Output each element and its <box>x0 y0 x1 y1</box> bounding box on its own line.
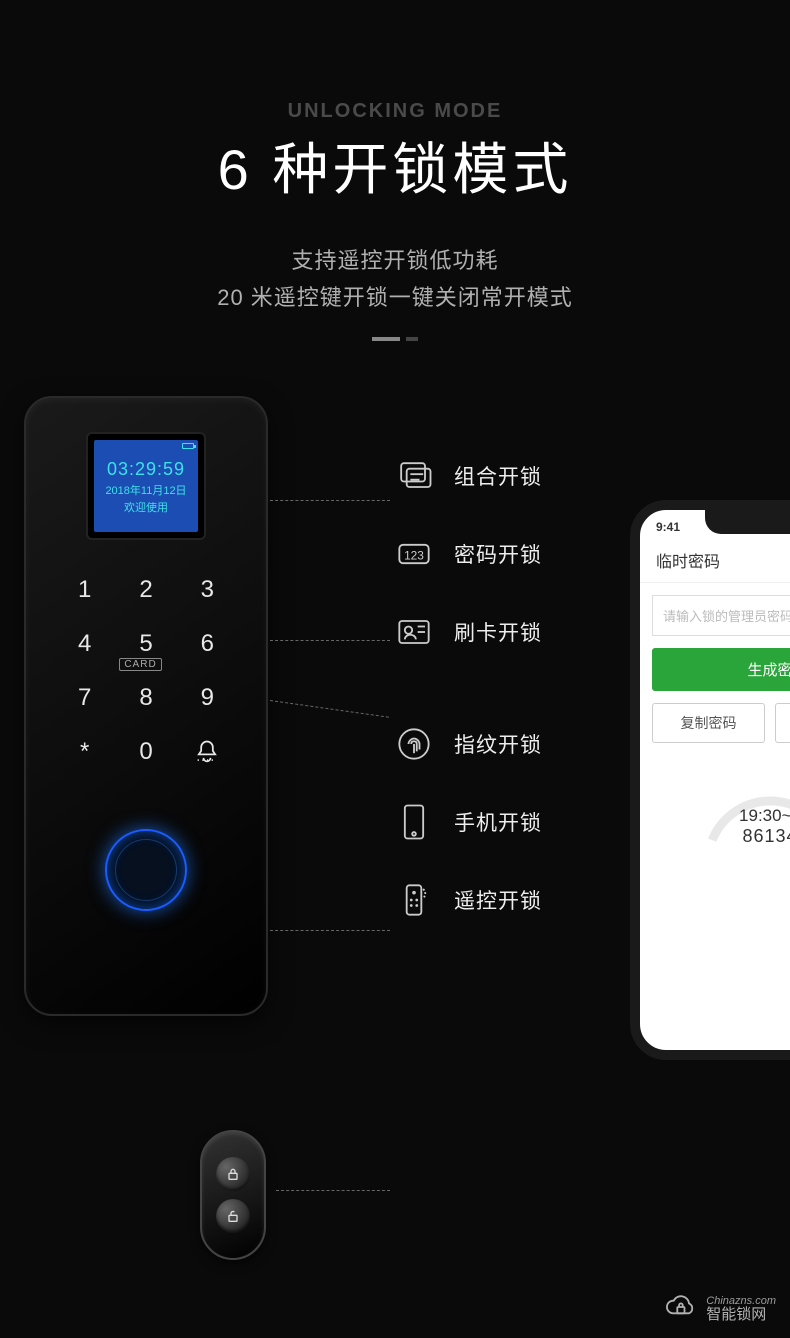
feature-password: 123 密码开锁 <box>390 530 590 578</box>
connector-line <box>270 700 389 718</box>
feature-fingerprint: 指纹开锁 <box>390 720 590 768</box>
key-3[interactable]: 3 <box>187 576 228 604</box>
phone-notch <box>705 510 790 534</box>
password-icon: 123 <box>390 530 438 578</box>
feature-label: 指纹开锁 <box>454 729 542 759</box>
feature-label: 手机开锁 <box>454 807 542 837</box>
subtitle-english: UNLOCKING MODE <box>0 100 790 123</box>
key-star[interactable]: * <box>64 738 105 773</box>
connector-line <box>270 930 390 931</box>
key-bell[interactable] <box>187 738 228 773</box>
fingerprint-sensor[interactable] <box>105 829 187 911</box>
connector-line <box>276 1190 390 1191</box>
desc-line-1: 支持遥控开锁低功耗 <box>0 242 790 279</box>
secondary-button[interactable] <box>775 703 790 743</box>
key-6[interactable]: 6 <box>187 630 228 658</box>
lock-date: 2018年11月12日 <box>94 483 198 500</box>
key-9[interactable]: 9 <box>187 684 228 712</box>
main-title: 6 种开锁模式 <box>0 125 790 206</box>
fob-unlock-button[interactable] <box>216 1199 250 1233</box>
connector-line <box>270 500 390 501</box>
card-tag: CARD <box>119 658 161 671</box>
keypad: 1 2 3 4 5 CARD 6 7 8 9 * 0 <box>44 576 248 773</box>
key-8[interactable]: 8 <box>125 684 166 712</box>
admin-password-input[interactable]: 请输入锁的管理员密码 <box>652 595 790 636</box>
smart-lock-device: 03:29:59 2018年11月12日 欢迎使用 1 2 3 4 5 CARD… <box>24 396 268 1016</box>
header-section: UNLOCKING MODE 6 种开锁模式 支持遥控开锁低功耗 20 米遥控键… <box>0 0 790 341</box>
key-4[interactable]: 4 <box>64 630 105 658</box>
feature-label: 刷卡开锁 <box>454 617 542 647</box>
remote-icon <box>390 876 438 924</box>
feature-label: 密码开锁 <box>454 539 542 569</box>
key-5[interactable]: 5 CARD <box>125 630 166 658</box>
feature-card: 刷卡开锁 <box>390 608 590 656</box>
watermark: Chinazns.com 智能锁网 <box>662 1293 776 1326</box>
divider-accent <box>0 337 790 341</box>
feature-label: 遥控开锁 <box>454 885 542 915</box>
fob-lock-button[interactable] <box>216 1157 250 1191</box>
battery-icon <box>182 443 194 449</box>
key-0[interactable]: 0 <box>125 738 166 773</box>
lock-display: 03:29:59 2018年11月12日 欢迎使用 <box>86 432 206 540</box>
description: 支持遥控开锁低功耗 20 米遥控键开锁一键关闭常开模式 <box>0 242 790 317</box>
remote-fob <box>200 1130 270 1270</box>
phone-page-title: 临时密码 <box>640 534 790 583</box>
feature-label: 组合开锁 <box>454 461 542 491</box>
countdown-arc: 19:30~1 86134 <box>685 769 790 847</box>
watermark-brand: 智能锁网 <box>706 1307 776 1324</box>
generate-password-button[interactable]: 生成密 <box>652 648 790 691</box>
connector-line <box>270 640 390 641</box>
combo-icon <box>390 452 438 500</box>
copy-password-button[interactable]: 复制密码 <box>652 703 765 743</box>
feature-list: 组合开锁 123 密码开锁 刷卡开锁 指纹开锁 手机开锁 遥控开锁 <box>390 452 590 954</box>
phone-mockup: 9:41 临时密码 请输入锁的管理员密码 生成密 复制密码 19:30~1 86… <box>630 500 790 1060</box>
lock-time: 03:29:59 <box>94 456 198 483</box>
phone-icon <box>390 798 438 846</box>
key-2[interactable]: 2 <box>125 576 166 604</box>
feature-remote: 遥控开锁 <box>390 876 590 924</box>
fingerprint-icon <box>390 720 438 768</box>
desc-line-2: 20 米遥控键开锁一键关闭常开模式 <box>0 279 790 316</box>
card-icon <box>390 608 438 656</box>
key-7[interactable]: 7 <box>64 684 105 712</box>
svg-text:123: 123 <box>404 549 424 563</box>
key-1[interactable]: 1 <box>64 576 105 604</box>
cloud-lock-icon <box>662 1293 698 1326</box>
feature-phone: 手机开锁 <box>390 798 590 846</box>
lock-welcome: 欢迎使用 <box>94 500 198 517</box>
feature-combo: 组合开锁 <box>390 452 590 500</box>
